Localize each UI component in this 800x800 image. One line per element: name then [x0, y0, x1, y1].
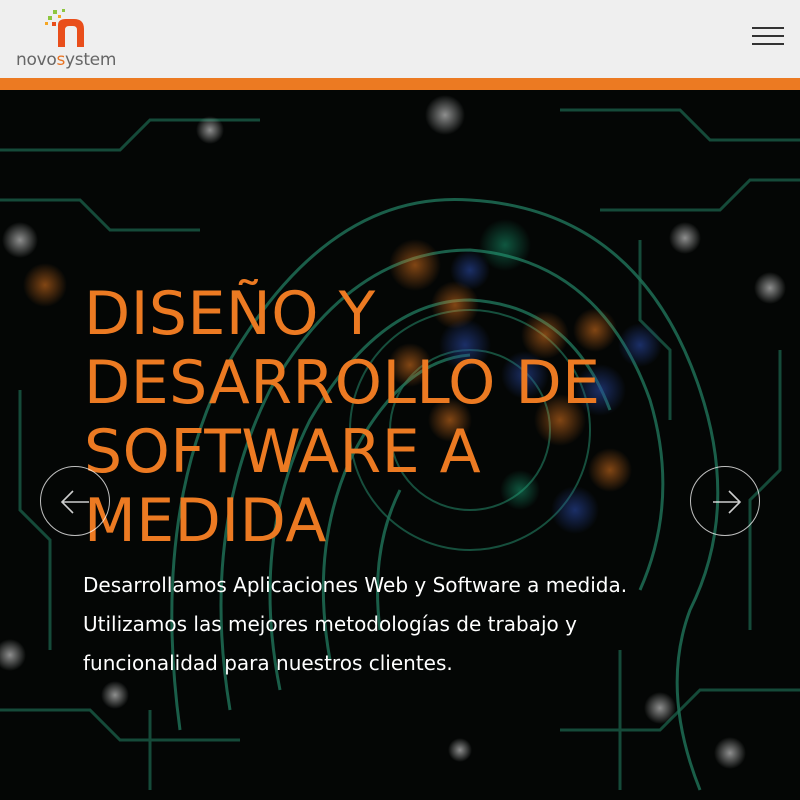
hero-slider: Diseño y desarrollo de software a medida… [0, 90, 800, 800]
slider-prev-button[interactable] [40, 466, 110, 536]
menu-line [752, 43, 784, 45]
hamburger-menu-icon[interactable] [752, 25, 784, 45]
hero-title: Diseño y desarrollo de software a medida [84, 279, 601, 556]
novosystem-logo[interactable]: novosystem [14, 7, 126, 71]
menu-line [752, 27, 784, 29]
logo-wordmark: novosystem [16, 50, 117, 70]
slider-next-button[interactable] [690, 466, 760, 536]
logo-mark-icon [45, 9, 84, 47]
arrow-right-icon [713, 490, 742, 514]
arrow-left-icon [60, 490, 89, 514]
header-accent-bar [0, 78, 800, 90]
site-header: novosystem [0, 0, 800, 78]
menu-line [752, 35, 784, 37]
hero-description: Desarrollamos Aplicaciones Web y Softwar… [83, 573, 628, 675]
